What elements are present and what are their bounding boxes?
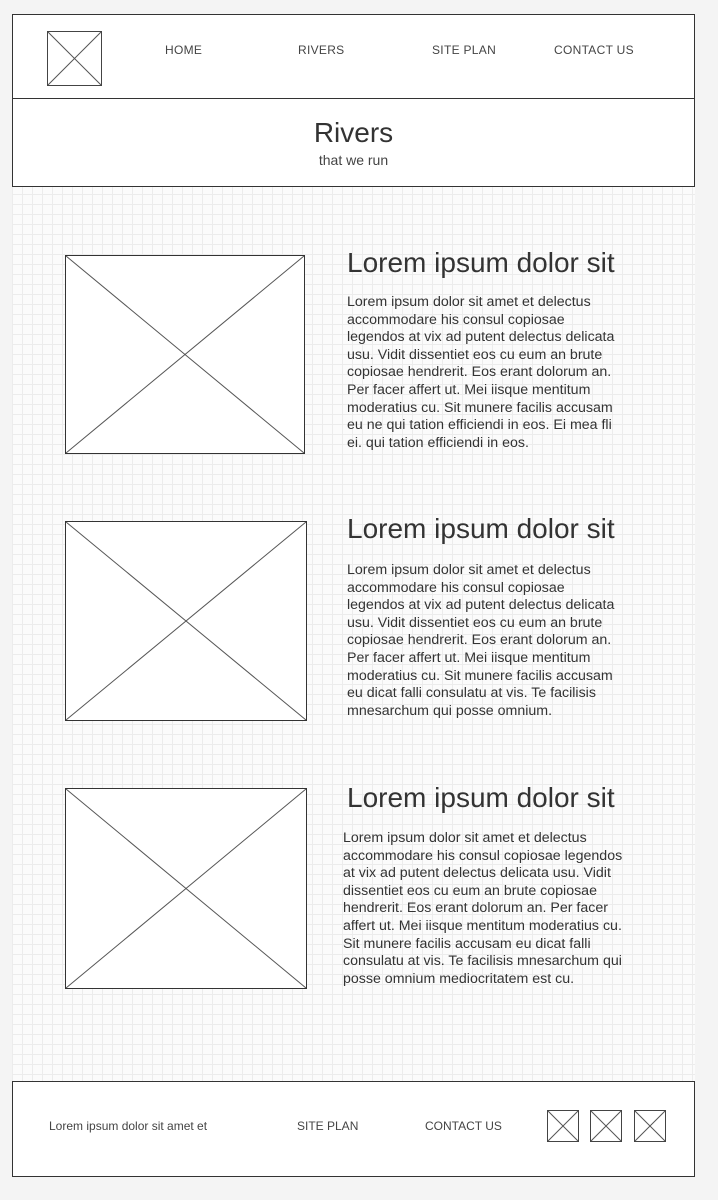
article-line: Lorem ipsum dolor sit amet et delectus	[347, 562, 591, 578]
article-line: affert ut. Mei iisque mentitum moderatiu…	[343, 917, 622, 934]
article-body: Lorem ipsum dolor sit amet et delectus a…	[347, 294, 647, 452]
footer-site-plan-link[interactable]: SITE PLAN	[297, 1119, 358, 1133]
article-line: Per facer affert ut. Mei iisque mentitum	[347, 381, 591, 398]
nav-contact-us[interactable]: CONTACT US	[554, 43, 634, 57]
article-image	[65, 255, 305, 454]
article-line: Lorem ipsum dolor sit amet et delectus	[343, 830, 587, 846]
article-image	[65, 521, 307, 721]
article-title: Lorem ipsum dolor sit	[347, 247, 615, 278]
image-placeholder-icon	[66, 256, 304, 453]
article-line: copiosae hendrerit. Eos erant dolorum an…	[347, 632, 612, 649]
article-line: accommodare his consul copiosae	[347, 311, 565, 328]
article-body: Lorem ipsum dolor sit amet et delectus a…	[343, 830, 653, 988]
social-link-2[interactable]	[590, 1110, 622, 1142]
article-line: Sit munere facilis accusam eu dicat fall…	[343, 935, 591, 952]
image-placeholder-icon	[635, 1111, 665, 1141]
nav-home[interactable]: HOME	[165, 43, 202, 57]
article-title: Lorem ipsum dolor sit	[347, 513, 615, 544]
article-line: eu ne qui tation efficiendi in eos. Ei m…	[347, 417, 612, 434]
image-placeholder-icon	[48, 32, 101, 85]
article-line: eu dicat falli consulatu at vis. Te faci…	[347, 685, 596, 702]
site-footer: Lorem ipsum dolor sit amet et SITE PLAN …	[12, 1081, 695, 1177]
article-line: legendos at vix ad putent delectus delic…	[347, 597, 615, 614]
article-line: at vix ad putent delectus delicata usu. …	[343, 865, 611, 882]
article-line: accommodare his consul copiosae	[347, 579, 565, 596]
article-line: posse omnium mediocritatem est cu.	[343, 970, 575, 987]
article-line: usu. Vidit dissentiet eos cu eum an brut…	[347, 346, 603, 363]
article-image	[65, 788, 307, 989]
footer-contact-us-link[interactable]: CONTACT US	[425, 1119, 502, 1133]
article-line: mnesarchum qui posse omnium.	[347, 702, 553, 719]
nav-rivers[interactable]: RIVERS	[298, 43, 344, 57]
article-line: copiosae hendrerit. Eos erant dolorum an…	[347, 364, 612, 381]
article-line: moderatius cu. Sit munere facilis accusa…	[347, 399, 613, 416]
page-frame: HOME RIVERS SITE PLAN CONTACT US Rivers …	[12, 14, 695, 1177]
article-line: hendrerit. Eos erant dolorum an. Per fac…	[343, 900, 608, 917]
footer-text: Lorem ipsum dolor sit amet et	[49, 1119, 208, 1133]
nav-site-plan[interactable]: SITE PLAN	[432, 43, 496, 57]
page-subtitle: that we run	[318, 152, 389, 168]
page-title: Rivers	[313, 117, 394, 148]
article-line: consulatu at vis. Te facilisis mnesarchu…	[343, 953, 622, 970]
logo[interactable]	[47, 31, 102, 86]
social-link-1[interactable]	[547, 1110, 579, 1142]
article-line: moderatius cu. Sit munere facilis accusa…	[347, 667, 613, 684]
article-line: usu. Vidit dissentiet eos cu eum an brut…	[347, 614, 603, 631]
image-placeholder-icon	[66, 789, 306, 988]
article-line: legendos at vix ad putent delectus delic…	[347, 329, 615, 346]
article-line: accommodare his consul copiosae legendos	[343, 847, 623, 864]
image-placeholder-icon	[591, 1111, 621, 1141]
image-placeholder-icon	[66, 522, 306, 720]
article-body: Lorem ipsum dolor sit amet et delectus a…	[347, 562, 647, 720]
article-line: dissentiet eos cu eum an brute copiosae	[343, 882, 597, 899]
social-link-3[interactable]	[634, 1110, 666, 1142]
article-line: ei. qui tation efficiendi in eos.	[347, 434, 529, 451]
article-title: Lorem ipsum dolor sit	[347, 782, 615, 813]
image-placeholder-icon	[548, 1111, 578, 1141]
hero-banner: Rivers that we run	[12, 98, 695, 187]
site-header: HOME RIVERS SITE PLAN CONTACT US	[12, 14, 695, 100]
article-line: Per facer affert ut. Mei iisque mentitum	[347, 649, 591, 666]
article-line: Lorem ipsum dolor sit amet et delectus	[347, 294, 591, 310]
